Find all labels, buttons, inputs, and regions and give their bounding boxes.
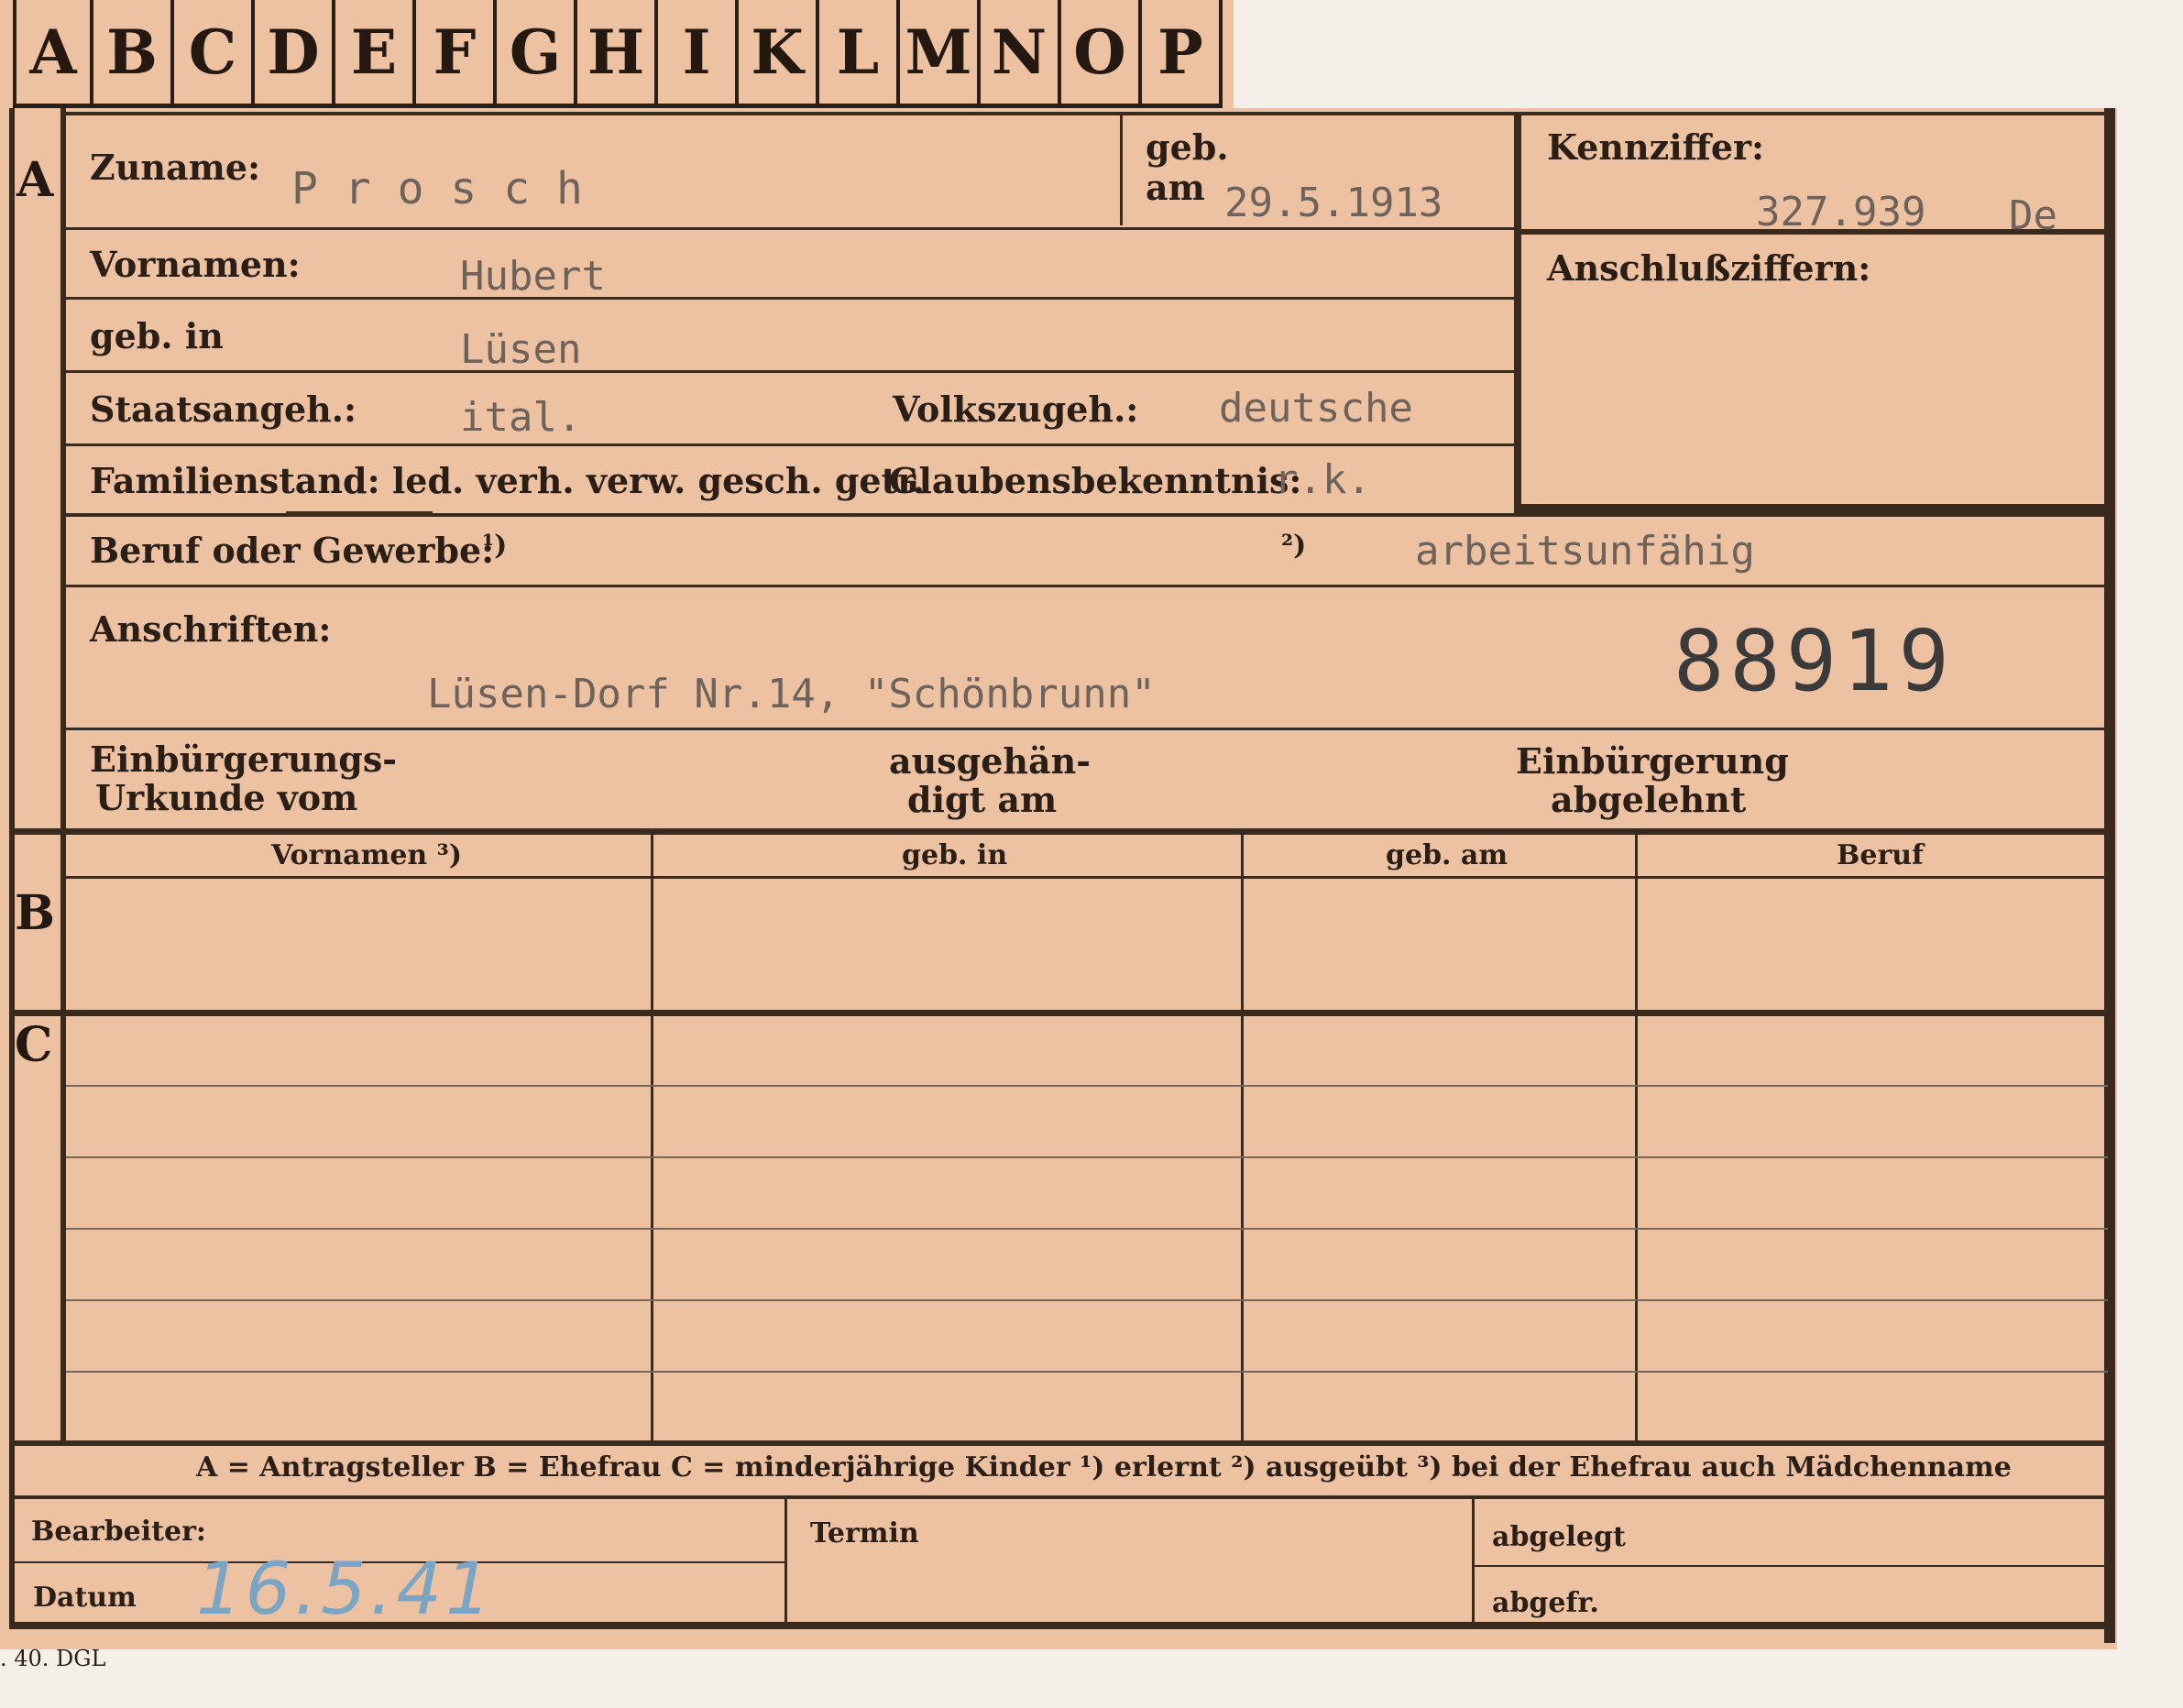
handed-label-1: ausgehän- <box>889 740 1092 782</box>
born-label-2: am <box>1146 167 1205 208</box>
rule <box>66 370 1514 373</box>
firstnames-value: Hubert <box>460 253 606 300</box>
child-row-rule <box>66 1085 2108 1087</box>
ethnicity-label: Volkszugeh.: <box>893 389 1139 430</box>
tab-letter-b[interactable]: B <box>93 0 174 108</box>
rule <box>66 585 2108 587</box>
religion-label: Glaubensbekenntnis: <box>889 460 1302 501</box>
rule <box>66 728 2108 730</box>
ethnicity-value: deutsche <box>1219 385 1413 432</box>
born-date-value: 29.5.1913 <box>1224 180 1443 226</box>
surname-label: Zuname: <box>90 147 261 188</box>
rule <box>66 876 2108 879</box>
naturalization-denied-label-1: Einbürgerung <box>1516 740 1789 782</box>
tab-letter-g[interactable]: G <box>497 0 577 108</box>
column-rule <box>651 832 653 1440</box>
tab-letter-l[interactable]: L <box>819 0 900 108</box>
birthplace-value: Lüsen <box>460 326 582 373</box>
born-label-1: geb. <box>1146 126 1229 168</box>
stamp-number: 88919 <box>1673 612 1955 710</box>
footer-rule <box>784 1499 787 1624</box>
underline-mark <box>286 511 433 514</box>
frame-left <box>9 108 15 1625</box>
header-birthdate: geb. am <box>1386 839 1508 871</box>
tab-letter-p[interactable]: P <box>1142 0 1223 108</box>
citizenship-label: Staatsangeh.: <box>90 389 357 430</box>
address-label: Anschriften: <box>90 608 332 650</box>
legend: A = Antragsteller B = Ehefrau C = minder… <box>196 1451 2012 1484</box>
tab-letter-i[interactable]: I <box>658 0 739 108</box>
footer-rule <box>1472 1499 1475 1624</box>
profession-value: arbeitsunfähig <box>1415 528 1755 575</box>
header-profession: Beruf <box>1837 839 1924 871</box>
child-row-rule <box>66 1156 2108 1158</box>
reference-box-left <box>1514 115 1521 515</box>
filed-label: abgelegt <box>1492 1521 1626 1553</box>
footnote-1-mark: ¹) <box>482 530 508 562</box>
tab-letter-o[interactable]: O <box>1061 0 1142 108</box>
section-b-top <box>9 828 2108 835</box>
section-a-letter: A <box>16 152 54 208</box>
tab-letter-c[interactable]: C <box>174 0 255 108</box>
background-gap <box>1234 0 2117 108</box>
column-rule <box>1635 832 1638 1440</box>
tab-letter-e[interactable]: E <box>335 0 416 108</box>
religion-value: r.k. <box>1274 456 1371 503</box>
naturalization-doc-label-2: Urkunde vom <box>95 777 358 818</box>
profession-label: Beruf oder Gewerbe: <box>90 530 495 571</box>
processor-label: Bearbeiter: <box>31 1516 206 1548</box>
tab-letter-n[interactable]: N <box>981 0 1061 108</box>
footer-rule <box>1474 1565 2106 1567</box>
kennziffer-label: Kennziffer: <box>1547 126 1765 168</box>
tab-letter-f[interactable]: F <box>416 0 497 108</box>
citizenship-value: ital. <box>460 394 582 441</box>
alphabet-tabs: ABCDEFGHIKLMNOP <box>13 0 1223 108</box>
address-value: Lüsen-Dorf Nr.14, "Schönbrunn" <box>427 671 1156 717</box>
date-label: Datum <box>33 1582 137 1614</box>
marital-status-label: Familienstand: led. verh. verw. gesch. g… <box>90 460 925 501</box>
child-row-rule <box>66 1228 2108 1230</box>
tab-letter-a[interactable]: A <box>13 0 93 108</box>
handwritten-date: 16.5.41 <box>196 1549 495 1631</box>
reference-box-bottom <box>1518 504 2108 513</box>
handed-label-2: digt am <box>907 779 1058 820</box>
header-firstnames: Vornamen ³) <box>271 839 463 871</box>
column-rule <box>1241 832 1244 1440</box>
birthplace-label: geb. in <box>90 315 224 356</box>
rail-line <box>60 108 66 1441</box>
section-b-letter: B <box>15 885 55 941</box>
termin-label: Termin <box>810 1517 919 1549</box>
kennziffer-suffix: De <box>2009 192 2057 239</box>
section-c-top <box>9 1010 2108 1016</box>
naturalization-denied-label-2: abgelehnt <box>1551 779 1747 820</box>
header-birthplace: geb. in <box>902 839 1008 871</box>
sent-label: abgefr. <box>1492 1587 1599 1619</box>
rule <box>66 227 1514 230</box>
firstnames-label: Vornamen: <box>90 244 301 285</box>
tab-letter-k[interactable]: K <box>739 0 819 108</box>
tab-letter-m[interactable]: M <box>900 0 981 108</box>
anschluss-label: Anschlußziffern: <box>1547 247 1871 289</box>
surname-value: P r o s c h <box>291 163 583 214</box>
frame-top <box>64 112 2108 115</box>
rule <box>66 297 1514 300</box>
section-c-letter: C <box>15 1017 53 1073</box>
kennziffer-value: 327.939 <box>1756 189 1926 235</box>
legend-top <box>9 1440 2108 1446</box>
naturalization-doc-label-1: Einbürgerungs- <box>90 739 398 780</box>
rule <box>66 443 1514 446</box>
print-mark: . 40. DGL <box>0 1646 106 1671</box>
legend-bottom <box>9 1495 2108 1499</box>
footnote-2-mark: ²) <box>1281 530 1307 562</box>
rule <box>1120 115 1123 225</box>
child-row-rule <box>66 1299 2108 1301</box>
child-row-rule <box>66 1371 2108 1373</box>
tab-letter-d[interactable]: D <box>255 0 335 108</box>
tab-letter-h[interactable]: H <box>577 0 658 108</box>
